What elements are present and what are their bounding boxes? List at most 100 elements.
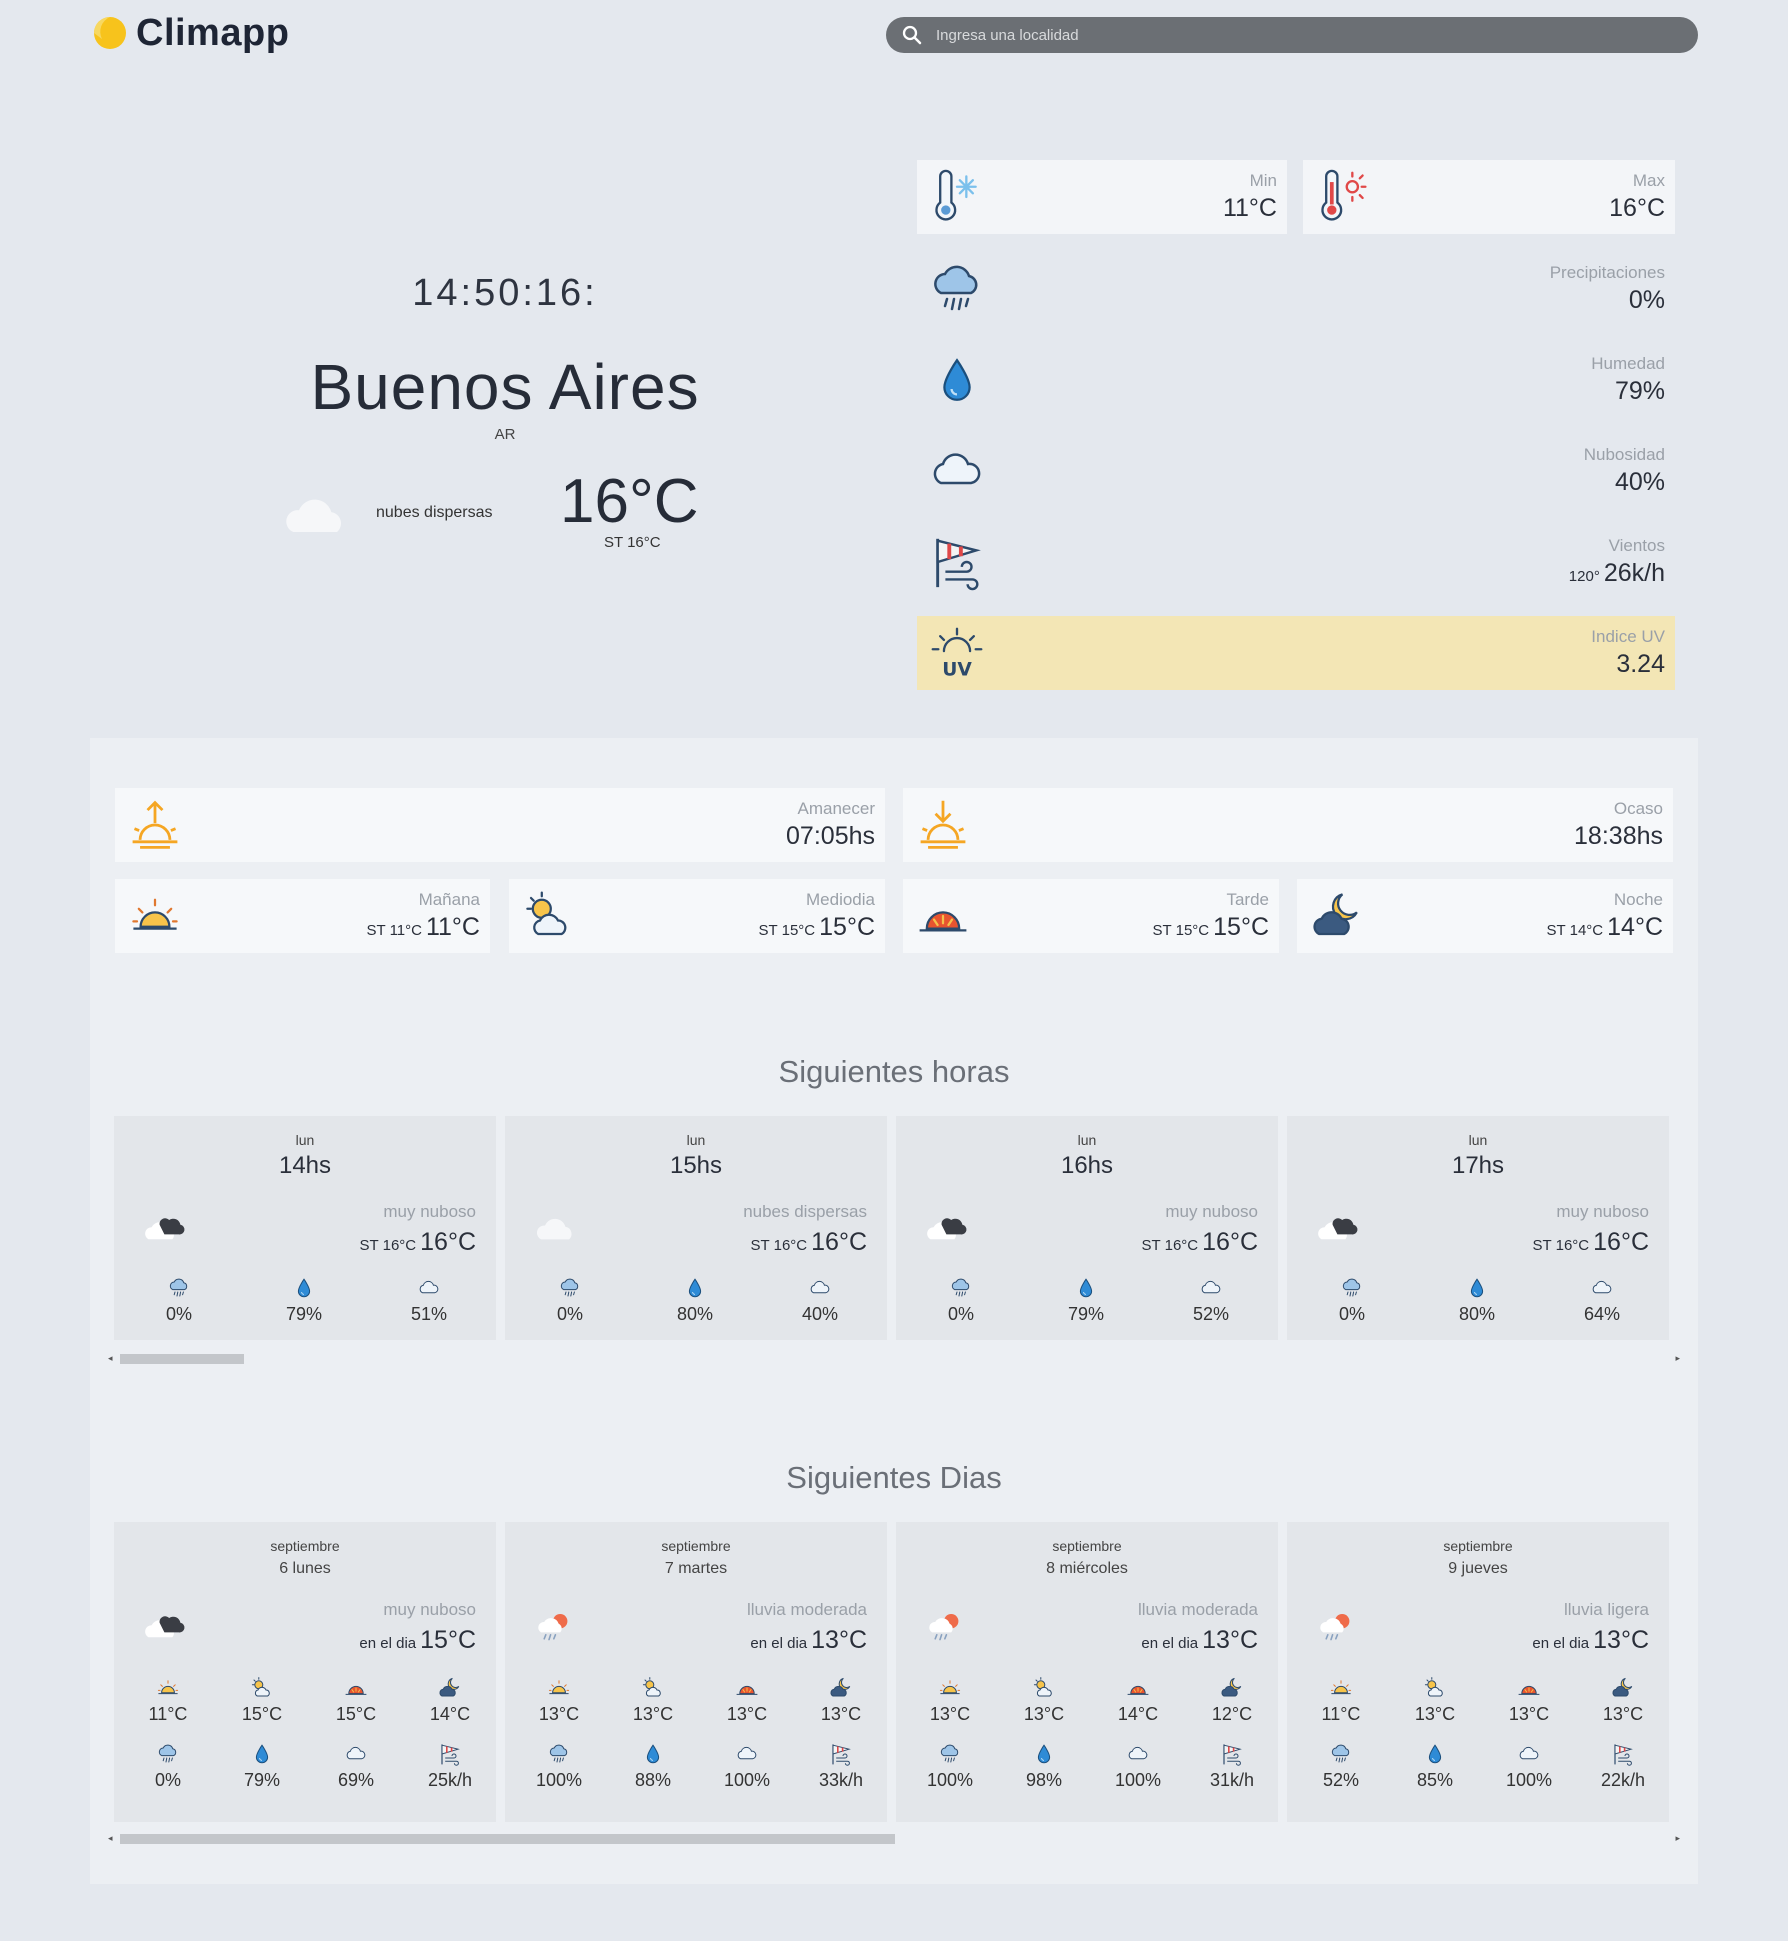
hour-temp: 16°C xyxy=(420,1228,476,1256)
day-wind: 31k/h xyxy=(1192,1742,1272,1791)
hourly-card[interactable]: lun 14hs muy nuboso ST 16°C 16°C 0% 79% 51% xyxy=(114,1116,496,1340)
rain-cloud-icon xyxy=(156,1742,180,1766)
scroll-right-arrow[interactable]: ▸ xyxy=(1675,1353,1680,1364)
scroll-left-arrow[interactable]: ◂ xyxy=(108,1833,113,1844)
hour-feels: ST 16°C xyxy=(750,1237,808,1254)
hour-day: lun xyxy=(1077,1132,1097,1148)
mini-icon-wrap xyxy=(1004,1676,1084,1700)
daypart-temp-value: 15°C xyxy=(241,1704,283,1724)
daily-card[interactable]: septiembre 8 miércoles lluvia moderada en e… xyxy=(896,1522,1278,1822)
cloudiness-label: Nubosidad xyxy=(1583,445,1665,464)
hour-cloud: 40% xyxy=(780,1276,860,1325)
day-cloud-value: 100% xyxy=(1505,1770,1553,1790)
mini-icon-wrap xyxy=(264,1276,344,1300)
hourly-card[interactable]: lun 16hs muy nuboso ST 16°C 16°C 0% 79% 52% xyxy=(896,1116,1278,1340)
daypart-temp-value: 13°C xyxy=(1602,1704,1644,1724)
search-icon xyxy=(902,25,922,45)
country-code: AR xyxy=(494,426,516,443)
scroll-thumb[interactable] xyxy=(120,1354,244,1364)
sun-afternoon-icon xyxy=(1126,1676,1150,1700)
weather-icon-wrap xyxy=(533,1212,581,1249)
day-hum-value: 88% xyxy=(634,1770,672,1790)
daypart-temp-value: 11°C xyxy=(1321,1704,1361,1724)
wind-card: Vientos 120° 26k/h xyxy=(917,525,1675,599)
precip-card: Precipitaciones 0% xyxy=(917,252,1675,326)
mini-icon-wrap xyxy=(707,1742,787,1766)
sunrise-label: Amanecer xyxy=(797,799,875,818)
daypart-temp-value: 13°C xyxy=(726,1704,768,1724)
day-temp: 15°C xyxy=(420,1626,476,1654)
day-hum: 79% xyxy=(222,1742,302,1791)
day-precip: 0% xyxy=(128,1742,208,1791)
mini-icon-wrap xyxy=(910,1676,990,1700)
cloudiness-card: Nubosidad 40% xyxy=(917,434,1675,508)
day-prefix: en el dia xyxy=(1532,1635,1590,1652)
daily-scrollbar[interactable]: ◂ ▸ xyxy=(108,1830,1680,1846)
hourly-card[interactable]: lun 15hs nubes dispersas ST 16°C 16°C 0% 80% 40… xyxy=(505,1116,887,1340)
water-drop-icon xyxy=(250,1742,274,1766)
weather-icon-wrap xyxy=(142,1610,190,1647)
search-input[interactable] xyxy=(934,25,1638,45)
hour-description: muy nuboso xyxy=(1165,1202,1258,1221)
mini-icon-wrap xyxy=(519,1742,599,1766)
day-wind-value: 31k/h xyxy=(1209,1770,1255,1790)
hour-cloud-value: 51% xyxy=(410,1304,448,1324)
min-label: Min xyxy=(1249,171,1277,190)
hour-temp: 16°C xyxy=(1593,1228,1649,1256)
rain-cloud-icon xyxy=(1329,1742,1353,1766)
sunset-icon xyxy=(915,797,971,853)
mini-icon-wrap xyxy=(780,1276,860,1300)
sun-logo-icon xyxy=(94,17,126,49)
hour-hum-value: 79% xyxy=(1067,1304,1105,1324)
day-name: 9 jueves xyxy=(1448,1560,1508,1577)
partly-cloudy-icon xyxy=(641,1676,665,1700)
daypart-temp-value: 15°C xyxy=(335,1704,377,1724)
scroll-thumb[interactable] xyxy=(120,1834,895,1844)
daypart-label: Tarde xyxy=(1226,890,1269,909)
daypart-temp-value: 13°C xyxy=(929,1704,971,1724)
daypart-temp: 13°C xyxy=(910,1676,990,1725)
partly-cloudy-icon xyxy=(522,889,576,943)
rain-cloud-icon xyxy=(1340,1276,1364,1300)
hourly-scrollbar[interactable]: ◂ ▸ xyxy=(108,1350,1680,1366)
daily-card[interactable]: septiembre 7 martes lluvia moderada en el d… xyxy=(505,1522,887,1822)
sun-morning-icon xyxy=(128,889,182,943)
scroll-left-arrow[interactable]: ◂ xyxy=(108,1353,113,1364)
daypart-label: Mañana xyxy=(418,890,480,909)
dark-cloud-icon xyxy=(924,1212,972,1244)
hour-hum-value: 79% xyxy=(285,1304,323,1324)
mini-icon-wrap xyxy=(530,1276,610,1300)
moon-cloud-icon xyxy=(1611,1676,1635,1700)
day-wind-value: 25k/h xyxy=(427,1770,473,1790)
daypart-temp: 14°C xyxy=(410,1676,490,1725)
daypart-night: Noche ST 14°C 14°C xyxy=(1297,879,1673,953)
thermometer-cold-icon xyxy=(929,169,985,225)
mini-icon-wrap xyxy=(1004,1742,1084,1766)
current-temp: 16°C xyxy=(560,467,699,536)
hourly-card[interactable]: lun 17hs muy nuboso ST 16°C 16°C 0% 80% 64% xyxy=(1287,1116,1669,1340)
mini-icon-wrap xyxy=(1489,1676,1569,1700)
sun-morning-icon xyxy=(156,1676,180,1700)
day-precip-value: 100% xyxy=(926,1770,974,1790)
day-precip: 52% xyxy=(1301,1742,1381,1791)
hour-precip-value: 0% xyxy=(1338,1304,1365,1324)
hour-hum-value: 80% xyxy=(676,1304,714,1324)
app-logo[interactable]: Climapp xyxy=(88,8,289,58)
daily-card[interactable]: septiembre 6 lunes muy nuboso en el dia 15°C… xyxy=(114,1522,496,1822)
max-temp-card: Max 16°C xyxy=(1303,160,1675,234)
daypart-temp-value: 13°C xyxy=(538,1704,580,1724)
cloud-icon xyxy=(1126,1742,1150,1766)
mini-icon-wrap xyxy=(1312,1276,1392,1300)
scroll-right-arrow[interactable]: ▸ xyxy=(1675,1833,1680,1844)
mini-icon-wrap xyxy=(519,1676,599,1700)
mini-icon-wrap xyxy=(316,1742,396,1766)
mini-icon-wrap xyxy=(613,1676,693,1700)
partly-cloudy-icon xyxy=(1423,1676,1447,1700)
mini-icon-wrap xyxy=(316,1676,396,1700)
hour-temp-row: ST 16°C 16°C xyxy=(1142,1228,1258,1257)
sunset-label: Ocaso xyxy=(1613,799,1663,818)
daily-card[interactable]: septiembre 9 jueves lluvia ligera en el dia… xyxy=(1287,1522,1669,1822)
cloud-icon xyxy=(1199,1276,1223,1300)
daypart-feels: ST 11°C xyxy=(366,922,422,939)
search-bar[interactable] xyxy=(886,17,1698,53)
